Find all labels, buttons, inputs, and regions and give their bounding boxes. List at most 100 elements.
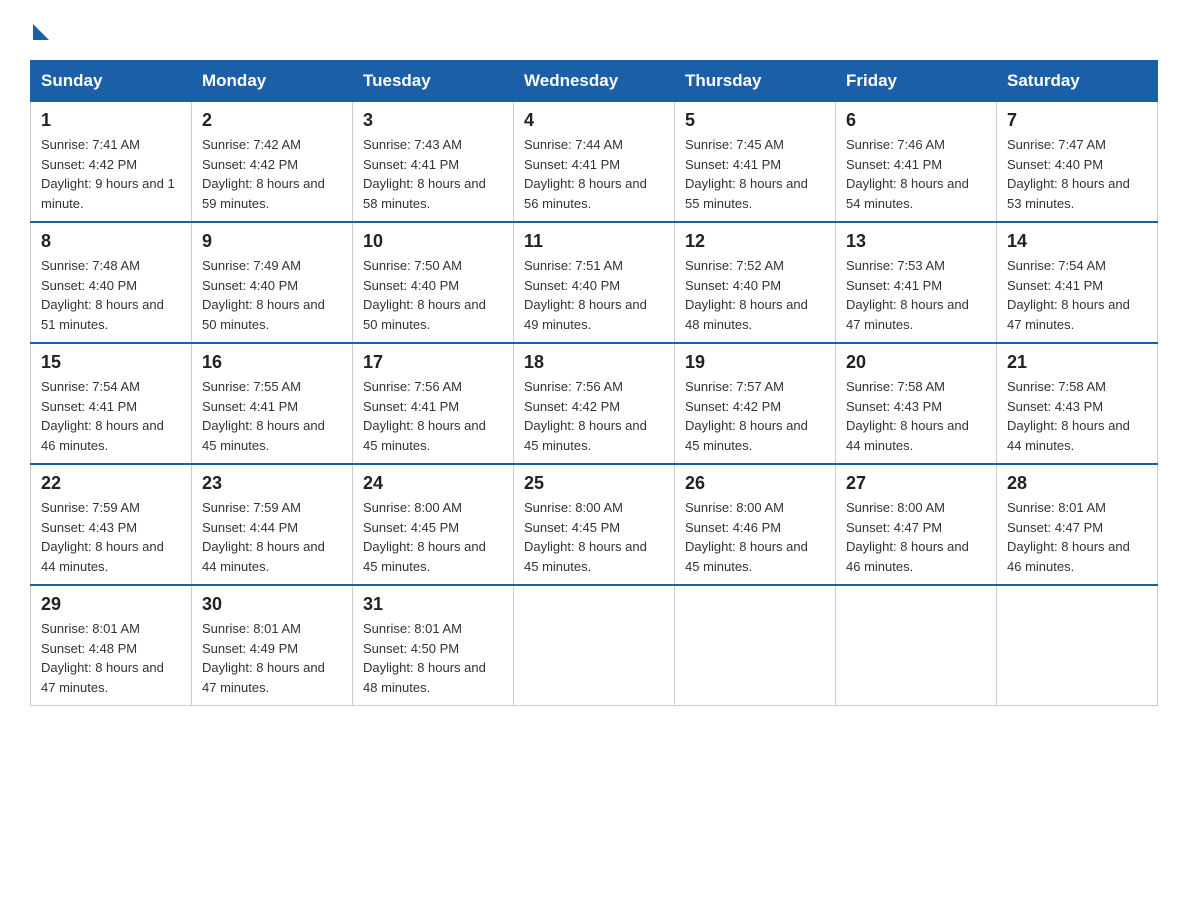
day-number: 7 <box>1007 110 1147 131</box>
calendar-cell <box>997 585 1158 706</box>
day-info: Sunrise: 7:54 AMSunset: 4:41 PMDaylight:… <box>41 377 181 455</box>
day-info: Sunrise: 8:01 AMSunset: 4:47 PMDaylight:… <box>1007 498 1147 576</box>
column-header-monday: Monday <box>192 61 353 102</box>
calendar-cell: 25Sunrise: 8:00 AMSunset: 4:45 PMDayligh… <box>514 464 675 585</box>
calendar-cell: 30 Sunrise: 8:01 AMSunset: 4:49 PMDayligh… <box>192 585 353 706</box>
day-info: Sunrise: 7:57 AMSunset: 4:42 PMDaylight:… <box>685 377 825 455</box>
calendar-cell: 2 Sunrise: 7:42 AMSunset: 4:42 PMDaylight… <box>192 102 353 223</box>
calendar-cell: 22 Sunrise: 7:59 AMSunset: 4:43 PMDayligh… <box>31 464 192 585</box>
calendar-cell: 26 Sunrise: 8:00 AMSunset: 4:46 PMDayligh… <box>675 464 836 585</box>
day-number: 29 <box>41 594 181 615</box>
day-number: 16 <box>202 352 342 373</box>
calendar-cell <box>836 585 997 706</box>
day-info: Sunrise: 7:56 AMSunset: 4:41 PMDaylight:… <box>363 377 503 455</box>
day-info: Sunrise: 7:59 AMSunset: 4:43 PMDaylight:… <box>41 498 181 576</box>
day-info: Sunrise: 7:58 AMSunset: 4:43 PMDaylight:… <box>1007 377 1147 455</box>
day-number: 22 <box>41 473 181 494</box>
day-number: 24 <box>363 473 503 494</box>
day-number: 2 <box>202 110 342 131</box>
day-info: Sunrise: 7:51 AMSunset: 4:40 PMDaylight:… <box>524 256 664 334</box>
calendar-cell: 27 Sunrise: 8:00 AMSunset: 4:47 PMDayligh… <box>836 464 997 585</box>
day-number: 9 <box>202 231 342 252</box>
day-info: Sunrise: 7:45 AMSunset: 4:41 PMDaylight:… <box>685 135 825 213</box>
day-info: Sunrise: 7:49 AMSunset: 4:40 PMDaylight:… <box>202 256 342 334</box>
calendar-cell: 31 Sunrise: 8:01 AMSunset: 4:50 PMDayligh… <box>353 585 514 706</box>
calendar-cell: 3 Sunrise: 7:43 AMSunset: 4:41 PMDaylight… <box>353 102 514 223</box>
calendar-cell: 6Sunrise: 7:46 AMSunset: 4:41 PMDaylight… <box>836 102 997 223</box>
day-number: 1 <box>41 110 181 131</box>
column-header-thursday: Thursday <box>675 61 836 102</box>
day-info: Sunrise: 8:00 AMSunset: 4:47 PMDaylight:… <box>846 498 986 576</box>
day-number: 11 <box>524 231 664 252</box>
day-info: Sunrise: 7:52 AMSunset: 4:40 PMDaylight:… <box>685 256 825 334</box>
day-info: Sunrise: 7:53 AMSunset: 4:41 PMDaylight:… <box>846 256 986 334</box>
day-number: 12 <box>685 231 825 252</box>
day-number: 13 <box>846 231 986 252</box>
calendar-cell <box>514 585 675 706</box>
calendar-cell: 21 Sunrise: 7:58 AMSunset: 4:43 PMDayligh… <box>997 343 1158 464</box>
day-number: 17 <box>363 352 503 373</box>
page-header <box>30 20 1158 40</box>
calendar-cell: 29 Sunrise: 8:01 AMSunset: 4:48 PMDayligh… <box>31 585 192 706</box>
calendar-cell <box>675 585 836 706</box>
column-header-wednesday: Wednesday <box>514 61 675 102</box>
day-number: 23 <box>202 473 342 494</box>
column-header-friday: Friday <box>836 61 997 102</box>
day-info: Sunrise: 7:43 AMSunset: 4:41 PMDaylight:… <box>363 135 503 213</box>
day-number: 15 <box>41 352 181 373</box>
calendar-cell: 7 Sunrise: 7:47 AMSunset: 4:40 PMDaylight… <box>997 102 1158 223</box>
calendar-cell: 19Sunrise: 7:57 AMSunset: 4:42 PMDayligh… <box>675 343 836 464</box>
day-info: Sunrise: 8:01 AMSunset: 4:50 PMDaylight:… <box>363 619 503 697</box>
calendar-cell: 23 Sunrise: 7:59 AMSunset: 4:44 PMDayligh… <box>192 464 353 585</box>
calendar-cell: 28 Sunrise: 8:01 AMSunset: 4:47 PMDayligh… <box>997 464 1158 585</box>
calendar-cell: 5 Sunrise: 7:45 AMSunset: 4:41 PMDaylight… <box>675 102 836 223</box>
day-info: Sunrise: 7:48 AMSunset: 4:40 PMDaylight:… <box>41 256 181 334</box>
calendar-cell: 10Sunrise: 7:50 AMSunset: 4:40 PMDayligh… <box>353 222 514 343</box>
day-info: Sunrise: 7:47 AMSunset: 4:40 PMDaylight:… <box>1007 135 1147 213</box>
calendar-cell: 18 Sunrise: 7:56 AMSunset: 4:42 PMDayligh… <box>514 343 675 464</box>
day-number: 25 <box>524 473 664 494</box>
column-header-saturday: Saturday <box>997 61 1158 102</box>
day-number: 28 <box>1007 473 1147 494</box>
day-info: Sunrise: 7:58 AMSunset: 4:43 PMDaylight:… <box>846 377 986 455</box>
day-info: Sunrise: 7:41 AMSunset: 4:42 PMDaylight:… <box>41 135 181 213</box>
day-number: 5 <box>685 110 825 131</box>
calendar-cell: 24 Sunrise: 8:00 AMSunset: 4:45 PMDayligh… <box>353 464 514 585</box>
column-header-sunday: Sunday <box>31 61 192 102</box>
day-info: Sunrise: 7:56 AMSunset: 4:42 PMDaylight:… <box>524 377 664 455</box>
calendar-cell: 16Sunrise: 7:55 AMSunset: 4:41 PMDayligh… <box>192 343 353 464</box>
day-number: 20 <box>846 352 986 373</box>
day-number: 31 <box>363 594 503 615</box>
day-number: 18 <box>524 352 664 373</box>
day-info: Sunrise: 7:54 AMSunset: 4:41 PMDaylight:… <box>1007 256 1147 334</box>
logo-arrow-icon <box>33 24 49 40</box>
day-info: Sunrise: 7:44 AMSunset: 4:41 PMDaylight:… <box>524 135 664 213</box>
logo <box>30 20 49 40</box>
calendar-table: SundayMondayTuesdayWednesdayThursdayFrid… <box>30 60 1158 706</box>
day-info: Sunrise: 7:46 AMSunset: 4:41 PMDaylight:… <box>846 135 986 213</box>
calendar-cell: 9 Sunrise: 7:49 AMSunset: 4:40 PMDaylight… <box>192 222 353 343</box>
day-info: Sunrise: 7:50 AMSunset: 4:40 PMDaylight:… <box>363 256 503 334</box>
day-info: Sunrise: 8:01 AMSunset: 4:49 PMDaylight:… <box>202 619 342 697</box>
day-number: 3 <box>363 110 503 131</box>
calendar-cell: 13 Sunrise: 7:53 AMSunset: 4:41 PMDayligh… <box>836 222 997 343</box>
day-info: Sunrise: 8:00 AMSunset: 4:45 PMDaylight:… <box>363 498 503 576</box>
day-info: Sunrise: 8:01 AMSunset: 4:48 PMDaylight:… <box>41 619 181 697</box>
day-info: Sunrise: 7:42 AMSunset: 4:42 PMDaylight:… <box>202 135 342 213</box>
day-number: 27 <box>846 473 986 494</box>
calendar-cell: 1 Sunrise: 7:41 AMSunset: 4:42 PMDaylight… <box>31 102 192 223</box>
day-number: 21 <box>1007 352 1147 373</box>
day-number: 30 <box>202 594 342 615</box>
calendar-cell: 11 Sunrise: 7:51 AMSunset: 4:40 PMDayligh… <box>514 222 675 343</box>
day-number: 26 <box>685 473 825 494</box>
calendar-cell: 20 Sunrise: 7:58 AMSunset: 4:43 PMDayligh… <box>836 343 997 464</box>
day-info: Sunrise: 8:00 AMSunset: 4:46 PMDaylight:… <box>685 498 825 576</box>
day-number: 8 <box>41 231 181 252</box>
calendar-cell: 8 Sunrise: 7:48 AMSunset: 4:40 PMDaylight… <box>31 222 192 343</box>
calendar-cell: 15 Sunrise: 7:54 AMSunset: 4:41 PMDayligh… <box>31 343 192 464</box>
day-info: Sunrise: 7:59 AMSunset: 4:44 PMDaylight:… <box>202 498 342 576</box>
day-number: 14 <box>1007 231 1147 252</box>
calendar-cell: 17 Sunrise: 7:56 AMSunset: 4:41 PMDayligh… <box>353 343 514 464</box>
day-number: 4 <box>524 110 664 131</box>
calendar-cell: 14 Sunrise: 7:54 AMSunset: 4:41 PMDayligh… <box>997 222 1158 343</box>
